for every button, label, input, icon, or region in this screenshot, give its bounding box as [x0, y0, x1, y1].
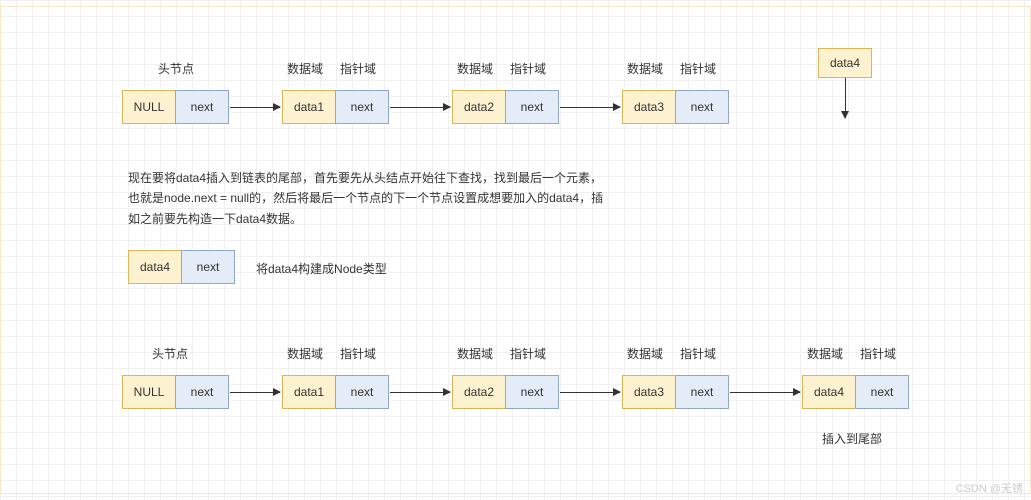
diagram-canvas: 头节点 数据域 指针域 数据域 指针域 数据域 指针域 NULL next da… — [0, 0, 1031, 500]
label-ptr-field-r2-4: 指针域 — [860, 345, 896, 362]
arrow-r2-3 — [560, 392, 620, 393]
arrow-r2-4 — [730, 392, 800, 393]
row1-head-node: NULL next — [122, 90, 229, 124]
row1-node1-next: next — [335, 90, 389, 124]
row2-node2: data2 next — [452, 375, 559, 409]
arrow-r2-1 — [230, 392, 280, 393]
built-node-next: next — [181, 250, 235, 284]
row1-head-next: next — [175, 90, 229, 124]
built-node-data: data4 — [128, 250, 182, 284]
floating-data4: data4 — [818, 48, 872, 78]
label-ptr-field-r2-2: 指针域 — [510, 345, 546, 362]
row2-node1-data: data1 — [282, 375, 336, 409]
row2-node4-data: data4 — [802, 375, 856, 409]
row2-head-next: next — [175, 375, 229, 409]
row1-node2-next: next — [505, 90, 559, 124]
label-data-field-r2-3: 数据域 — [627, 345, 663, 362]
row2-node1-next: next — [335, 375, 389, 409]
built-node-caption: 将data4构建成Node类型 — [256, 260, 387, 277]
row2-node2-data: data2 — [452, 375, 506, 409]
watermark: CSDN @无锈 — [956, 480, 1023, 496]
row2-head-node: NULL next — [122, 375, 229, 409]
arrow-r1-1 — [230, 107, 280, 108]
label-data-field-1: 数据域 — [287, 60, 323, 77]
arrow-r1-2 — [390, 107, 450, 108]
row2-node3-data: data3 — [622, 375, 676, 409]
arrow-r1-3 — [560, 107, 620, 108]
row2-node2-next: next — [505, 375, 559, 409]
row1-head-data: NULL — [122, 90, 176, 124]
row1-node3-data: data3 — [622, 90, 676, 124]
row2-node4-next: next — [855, 375, 909, 409]
row1-node3-next: next — [675, 90, 729, 124]
row2-node4: data4 next — [802, 375, 909, 409]
row1-node3: data3 next — [622, 90, 729, 124]
label-head: 头节点 — [158, 60, 194, 77]
row2-node3-next: next — [675, 375, 729, 409]
label-ptr-field-r2-3: 指针域 — [680, 345, 716, 362]
tail-caption: 插入到尾部 — [822, 430, 882, 447]
row1-node1-data: data1 — [282, 90, 336, 124]
label-data-field-r2-4: 数据域 — [807, 345, 843, 362]
para-line2: 也就是node.next = null的，然后将最后一个节点的下一个节点设置成想… — [128, 191, 603, 205]
para-line1: 现在要将data4插入到链表的尾部，首先要先从头结点开始往下查找，找到最后一个元… — [128, 171, 602, 185]
row2-head-data: NULL — [122, 375, 176, 409]
label-data-field-r2-2: 数据域 — [457, 345, 493, 362]
explanation-paragraph: 现在要将data4插入到链表的尾部，首先要先从头结点开始往下查找，找到最后一个元… — [128, 168, 698, 229]
built-node: data4 next — [128, 250, 235, 284]
label-head-2: 头节点 — [152, 345, 188, 362]
label-data-field-3: 数据域 — [627, 60, 663, 77]
row1-node2: data2 next — [452, 90, 559, 124]
row1-node2-data: data2 — [452, 90, 506, 124]
label-ptr-field-r2-1: 指针域 — [340, 345, 376, 362]
label-data-field-2: 数据域 — [457, 60, 493, 77]
row2-node1: data1 next — [282, 375, 389, 409]
label-ptr-field-1: 指针域 — [340, 60, 376, 77]
label-ptr-field-2: 指针域 — [510, 60, 546, 77]
arrow-r2-2 — [390, 392, 450, 393]
label-ptr-field-3: 指针域 — [680, 60, 716, 77]
down-arrow-data4 — [845, 78, 846, 118]
para-line3: 如之前要先构造一下data4数据。 — [128, 212, 302, 226]
row1-node1: data1 next — [282, 90, 389, 124]
row2-node3: data3 next — [622, 375, 729, 409]
label-data-field-r2-1: 数据域 — [287, 345, 323, 362]
